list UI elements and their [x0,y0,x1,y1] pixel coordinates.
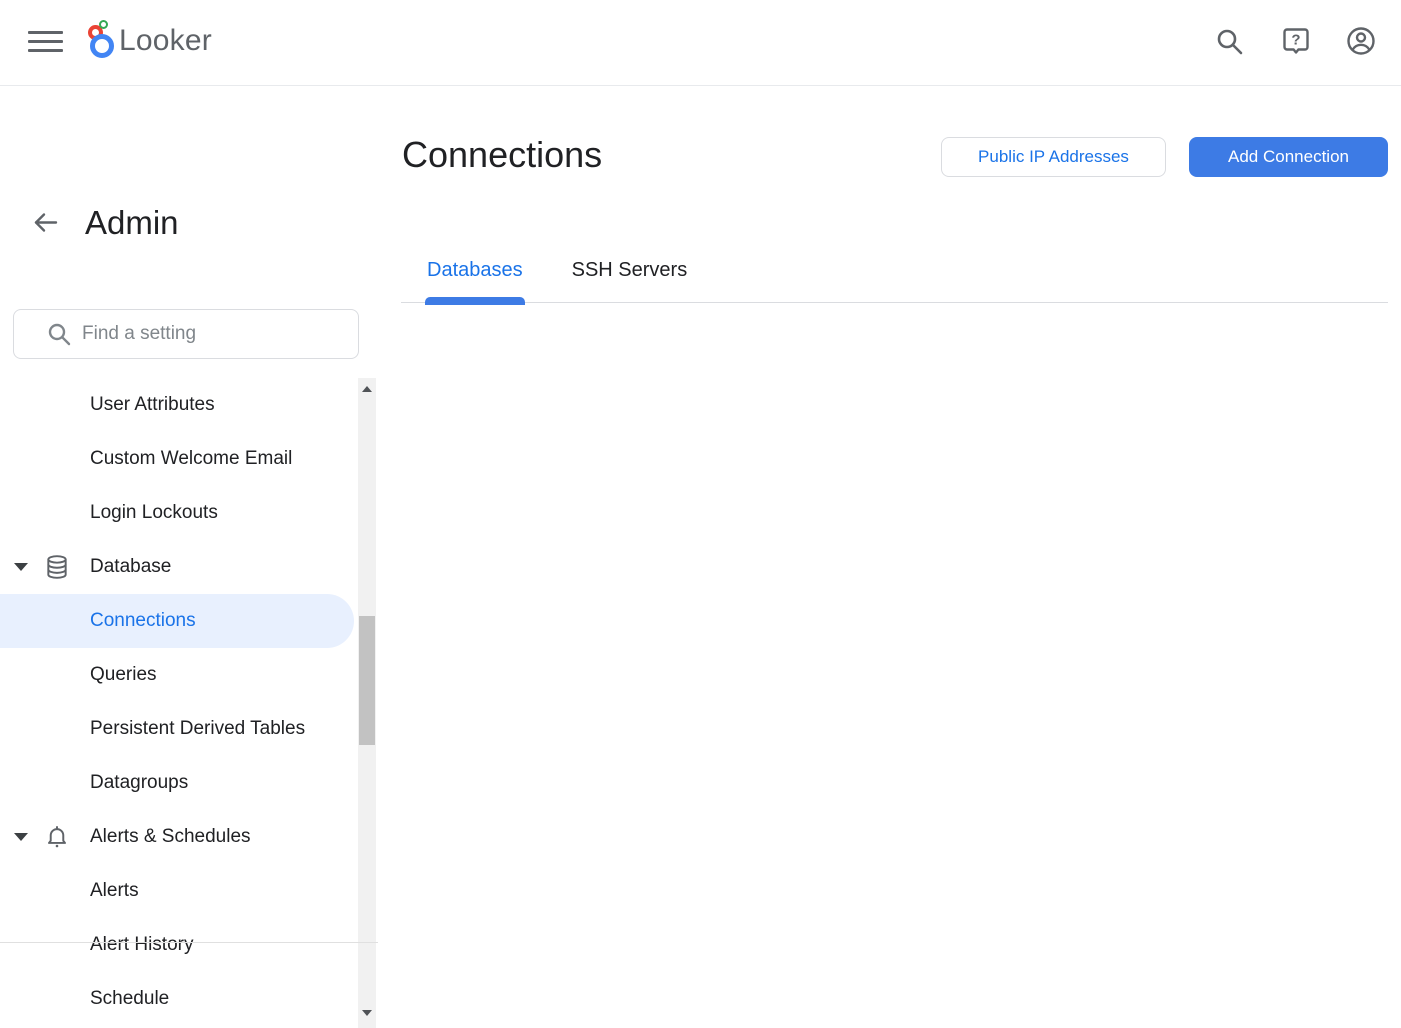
sidebar-item-label: Custom Welcome Email [0,448,292,470]
account-icon[interactable] [1346,26,1376,56]
admin-panel-title: Admin [85,203,179,243]
bell-icon [44,824,70,850]
sidebar-item-custom-welcome-email[interactable]: Custom Welcome Email [0,432,358,486]
sidebar-item-label: Persistent Derived Tables [0,718,305,740]
sidebar-item-alert-history[interactable]: Alert History [0,918,358,972]
admin-sidebar: Admin User Attributes Custom Welcome Ema… [0,87,378,943]
scrollbar-thumb[interactable] [359,616,375,745]
active-tab-indicator [425,297,525,305]
hamburger-menu-icon[interactable] [28,29,63,54]
sidebar-item-label: Connections [0,610,196,632]
tab-label: SSH Servers [572,259,688,282]
sidebar-item-label: Queries [0,664,157,686]
tab-ssh-servers[interactable]: SSH Servers [572,250,688,302]
find-setting-input[interactable] [13,309,359,359]
sidebar-item-label: Login Lockouts [0,502,218,524]
sidebar-scrollbar[interactable] [358,378,376,1028]
back-arrow-icon[interactable] [32,209,59,236]
search-icon[interactable] [1214,26,1244,56]
sidebar-group-alerts-schedules[interactable]: Alerts & Schedules [0,810,358,864]
scroll-down-icon[interactable] [362,1010,372,1016]
svg-text:?: ? [1291,32,1300,49]
sidebar-item-label: Alert History [0,934,193,956]
sidebar-item-alerts[interactable]: Alerts [0,864,358,918]
sidebar-bottom-divider [0,942,378,943]
scroll-up-icon[interactable] [362,386,372,392]
sidebar-item-connections[interactable]: Connections [0,594,354,648]
help-icon[interactable]: ? [1281,26,1311,56]
sidebar-item-label: User Attributes [0,394,215,416]
sidebar-item-label: Alerts & Schedules [0,826,251,848]
brand-title: Looker [119,24,212,58]
sidebar-item-label: Schedule [0,988,169,1010]
sidebar-item-login-lockouts[interactable]: Login Lockouts [0,486,358,540]
caret-down-icon[interactable] [14,833,28,841]
sidebar-item-queries[interactable]: Queries [0,648,358,702]
public-ip-addresses-button[interactable]: Public IP Addresses [941,137,1166,177]
sidebar-item-user-attributes[interactable]: User Attributes [0,378,358,432]
sidebar-group-database[interactable]: Database [0,540,358,594]
add-connection-button[interactable]: Add Connection [1189,137,1388,177]
sidebar-item-schedule[interactable]: Schedule [0,972,358,1026]
sidebar-item-label: Datagroups [0,772,188,794]
find-setting-search [13,309,359,359]
database-icon [44,554,70,580]
tab-label: Databases [427,259,523,282]
tab-databases[interactable]: Databases [427,250,523,302]
top-app-bar: Looker ? [0,0,1401,86]
page-title: Connections [402,132,602,178]
admin-nav-list: User Attributes Custom Welcome Email Log… [0,378,358,1026]
sidebar-item-datagroups[interactable]: Datagroups [0,756,358,810]
caret-down-icon[interactable] [14,563,28,571]
connections-tab-bar: Databases SSH Servers [401,250,1388,303]
sidebar-item-persistent-derived-tables[interactable]: Persistent Derived Tables [0,702,358,756]
sidebar-item-label: Alerts [0,880,139,902]
